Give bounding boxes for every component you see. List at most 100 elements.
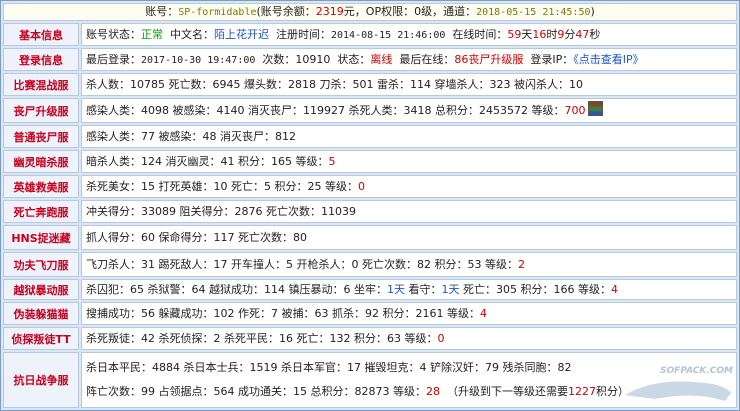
state-value: 离线 <box>370 53 393 66</box>
online-days-unit: 天 <box>521 28 533 41</box>
row-label: 普通丧尸服 <box>3 125 79 148</box>
row-detective: 侦探叛徒TT 杀死叛徒：42 杀死侦探：2 杀死平民：16 死亡：132 积分：… <box>3 327 737 350</box>
level-value: 2 <box>517 258 525 271</box>
row-text: 杀死叛徒：42 杀死侦探：2 杀死平民：16 死亡：132 积分：63 等级： <box>86 332 438 345</box>
level-value: 4 <box>610 283 618 296</box>
account-name: SP-formidable <box>178 7 257 18</box>
level-value: 4 <box>479 307 487 320</box>
row-label: 基本信息 <box>3 23 79 46</box>
level-value: 5 <box>328 155 336 168</box>
online-sec: 47 <box>575 28 590 41</box>
row-label: 抗日战争服 <box>3 352 79 408</box>
row-hns: HNS捉迷藏 抓人得分：60 保命得分：117 死亡次数：80 <box>3 225 737 250</box>
row-text-line1: 杀日本平民：4884 杀日本士兵：1519 杀日本军官：17 摧毁坦克：4 铲除… <box>86 361 572 374</box>
rank-avatar-icon <box>588 101 604 116</box>
row-label: 幽灵暗杀服 <box>3 150 79 173</box>
row-label: 功夫飞刀服 <box>3 252 79 277</box>
row-text-line2: 阵亡次数：99 占领据点：564 成功通关：15 总积分：82873 等级： <box>86 385 426 398</box>
last-online-label: 最后在线： <box>399 53 455 66</box>
row-text: 杀死美女：15 打死英雄：10 死亡：5 积分：25 等级： <box>86 180 358 193</box>
last-login-label: 最后登录： <box>86 53 141 66</box>
last-online-value: 86丧尸升级服 <box>454 53 524 66</box>
row-zombie-normal: 普通丧尸服 感染人类：77 被感染：48 消灭丧尸：812 <box>3 125 737 148</box>
row-login: 登录信息 最后登录：2017-10-30 19:47:00 次数：10910 状… <box>3 48 737 71</box>
row-label: 侦探叛徒TT <box>3 327 79 350</box>
row-value: 暗杀人类：124 消灭幽灵：41 积分：165 等级：5 <box>81 150 737 173</box>
row-value: 搜捕成功：56 躲藏成功：102 作死：7 被捕：63 抓杀：92 积分：216… <box>81 302 737 325</box>
header-datetime: 2018-05-15 21:45:50 <box>476 7 591 18</box>
reg-time: 2014-08-15 21:46:00 <box>331 30 446 41</box>
next-level-points: 1227 <box>567 385 596 398</box>
guard-time: 1天 <box>441 283 460 296</box>
level-value: 0 <box>357 180 365 193</box>
row-value: 飞刀杀人：31 踢死敌人：17 开车撞人：5 开枪杀人：0 死亡次数：82 积分… <box>81 252 737 277</box>
guard-label: 看守： <box>404 283 442 296</box>
row-text: 感染人类：77 被感染：48 消灭丧尸：812 <box>86 130 296 143</box>
player-info-panel: 账号：SP-formidable(账号余额：2319元，OP权限：0级，通道：2… <box>0 0 740 411</box>
level-value: 28 <box>425 385 440 398</box>
row-label: 登录信息 <box>3 48 79 71</box>
login-times-value: 10910 <box>295 53 331 66</box>
row-value: 冲关得分：33089 阻关得分：2876 死亡次数：11039 <box>81 200 737 223</box>
cn-name-label: 中文名： <box>170 28 214 41</box>
row-basic: 基本信息 账号状态：正常 中文名：陌上花开迟 注册时间：2014-08-15 2… <box>3 23 737 46</box>
row-label: HNS捉迷藏 <box>3 225 79 250</box>
row-ghost: 幽灵暗杀服 暗杀人类：124 消灭幽灵：41 积分：165 等级：5 <box>3 150 737 173</box>
login-times-label: 次数： <box>262 53 296 66</box>
row-text: 杀囚犯：65 杀狱警：64 越狱成功：114 镇压暴动：6 坐牢： <box>86 283 387 296</box>
online-min-unit: 分 <box>564 28 576 41</box>
row-label: 英雄救美服 <box>3 175 79 198</box>
row-text-post: 死亡：305 积分：166 等级： <box>459 283 611 296</box>
row-zombie-upgrade: 丧尸升级服 感染人类：4098 被感染：4140 消灭丧尸：119927 杀死人… <box>3 98 737 123</box>
row-mixed: 比赛混战服 杀人数：10785 死亡数：6945 爆头数：2818 刀杀：501… <box>3 73 737 96</box>
online-sec-unit: 秒 <box>589 28 601 41</box>
row-text: 暗杀人类：124 消灭幽灵：41 积分：165 等级： <box>86 155 329 168</box>
state-label: 状态： <box>337 53 371 66</box>
next-level-unit: 积分） <box>595 385 629 398</box>
row-value: 杀死叛徒：42 杀死侦探：2 杀死平民：16 死亡：132 积分：63 等级：0 <box>81 327 737 350</box>
view-ip-link[interactable]: 《点击查看IP》 <box>573 53 643 66</box>
level-value: 700 <box>564 104 586 117</box>
row-antiwar: 抗日战争服 杀日本平民：4884 杀日本士兵：1519 杀日本军官：17 摧毁坦… <box>3 352 737 408</box>
row-value: 感染人类：4098 被感染：4140 消灭丧尸：119927 杀死人类：3418… <box>81 98 737 123</box>
row-value: 最后登录：2017-10-30 19:47:00 次数：10910 状态：离线 … <box>81 48 737 71</box>
row-hero: 英雄救美服 杀死美女：15 打死英雄：10 死亡：5 积分：25 等级：0 <box>3 175 737 198</box>
row-value: 杀死美女：15 打死英雄：10 死亡：5 积分：25 等级：0 <box>81 175 737 198</box>
next-level-label: （升级到下一等级还需要 <box>446 385 568 398</box>
row-catmouse: 伪装躲猫猫 搜捕成功：56 躲藏成功：102 作死：7 被捕：63 抓杀：92 … <box>3 302 737 325</box>
last-login-value: 2017-10-30 19:47:00 <box>141 55 256 66</box>
row-value: 杀日本平民：4884 杀日本士兵：1519 杀日本军官：17 摧毁坦克：4 铲除… <box>81 352 737 408</box>
online-hours-unit: 时 <box>546 28 558 41</box>
row-text: 感染人类：4098 被感染：4140 消灭丧尸：119927 杀死人类：3418… <box>86 104 565 117</box>
level-value: 0 <box>437 332 445 345</box>
status-value: 正常 <box>141 28 163 41</box>
row-label: 比赛混战服 <box>3 73 79 96</box>
balance-unit: 元，OP权限： <box>343 5 415 18</box>
row-text: 搜捕成功：56 躲藏成功：102 作死：7 被捕：63 抓杀：92 积分：216… <box>86 307 480 320</box>
row-jailbreak: 越狱暴动服 杀囚犯：65 杀狱警：64 越狱成功：114 镇压暴动：6 坐牢：1… <box>3 279 737 300</box>
ip-label: 登录IP： <box>530 53 574 66</box>
account-label: 账号： <box>145 5 179 18</box>
op-level: 0级 <box>414 5 433 18</box>
row-kungfu: 功夫飞刀服 飞刀杀人：31 踢死敌人：17 开车撞人：5 开枪杀人：0 死亡次数… <box>3 252 737 277</box>
row-value: 抓人得分：60 保命得分：117 死亡次数：80 <box>81 225 737 250</box>
row-value: 杀囚犯：65 杀狱警：64 越狱成功：114 镇压暴动：6 坐牢：1天 看守：1… <box>81 279 737 300</box>
row-value: 账号状态：正常 中文名：陌上花开迟 注册时间：2014-08-15 21:46:… <box>81 23 737 46</box>
row-text: 杀人数：10785 死亡数：6945 爆头数：2818 刀杀：501 雷杀：11… <box>86 78 583 91</box>
row-label: 伪装躲猫猫 <box>3 302 79 325</box>
row-value: 杀人数：10785 死亡数：6945 爆头数：2818 刀杀：501 雷杀：11… <box>81 73 737 96</box>
cn-name-value: 陌上花开迟 <box>214 28 269 41</box>
channel-label: ，通道： <box>432 5 477 18</box>
row-deathrun: 死亡奔跑服 冲关得分：33089 阻关得分：2876 死亡次数：11039 <box>3 200 737 223</box>
row-value: 感染人类：77 被感染：48 消灭丧尸：812 <box>81 125 737 148</box>
jail-time: 1天 <box>386 283 405 296</box>
header-close-paren: ) <box>590 5 595 18</box>
status-label: 账号状态： <box>86 28 141 41</box>
row-text: 飞刀杀人：31 踢死敌人：17 开车撞人：5 开枪杀人：0 死亡次数：82 积分… <box>86 258 518 271</box>
row-label: 越狱暴动服 <box>3 279 79 300</box>
row-text: 冲关得分：33089 阻关得分：2876 死亡次数：11039 <box>86 205 356 218</box>
row-text: 抓人得分：60 保命得分：117 死亡次数：80 <box>86 231 307 244</box>
online-label: 在线时间： <box>452 28 508 41</box>
reg-label: 注册时间： <box>276 28 331 41</box>
online-hours: 16 <box>532 28 547 41</box>
